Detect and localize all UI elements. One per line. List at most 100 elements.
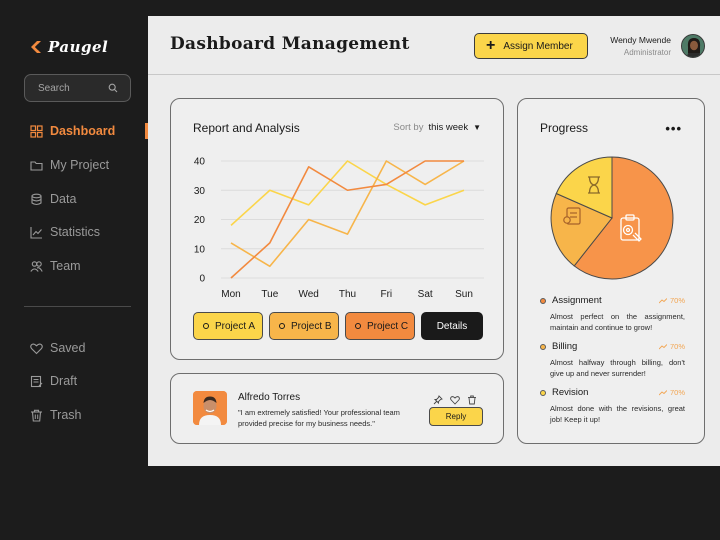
reviewer-name: Alfredo Torres <box>238 392 301 403</box>
sidebar-item-saved[interactable]: Saved <box>30 338 148 358</box>
sidebar-item-draft[interactable]: Draft <box>30 371 148 391</box>
progress-item-assignment: Assignment 70% Almost perfect on the ass… <box>540 295 685 333</box>
search-input[interactable] <box>38 82 98 94</box>
y-tick-label: 10 <box>194 244 206 255</box>
details-button[interactable]: Details <box>421 312 483 340</box>
x-tick-label: Wed <box>298 289 318 300</box>
database-icon <box>31 193 42 205</box>
top-header: Dashboard Management + Assign Member Wen… <box>148 16 720 75</box>
sidebar-item-label: Statistics <box>50 225 101 239</box>
sidebar-item-label: Dashboard <box>50 124 116 138</box>
project-c-dot <box>355 323 361 329</box>
reply-button[interactable]: Reply <box>429 407 483 426</box>
sidebar-item-label: Draft <box>50 374 78 388</box>
user-role: Administrator <box>623 48 671 57</box>
sidebar-item-dashboard[interactable]: Dashboard <box>30 121 148 141</box>
sidebar-item-data[interactable]: Data <box>30 189 148 209</box>
progress-title: Progress <box>540 121 589 135</box>
progress-card: Progress ••• Assignment 70% Almost perfe… <box>517 98 705 444</box>
sidebar-item-label: Team <box>50 259 81 273</box>
line-chart: 0 10 20 30 40 Mon Tue Wed Thu Fri Sat Sun <box>194 157 484 300</box>
billing-label: Billing <box>552 341 578 352</box>
sidebar: Paugel Dashboard My Project Data <box>16 16 148 466</box>
project-a-button[interactable]: Project A <box>193 312 263 340</box>
project-c-button[interactable]: Project C <box>345 312 415 340</box>
project-c-label: Project C <box>367 320 409 332</box>
billing-description: Almost halfway through billing, don't gi… <box>550 358 685 378</box>
assignment-percent-text: 70% <box>669 296 685 305</box>
brand-name: Paugel <box>48 38 109 56</box>
page-title: Dashboard Management <box>170 34 410 54</box>
review-actions <box>433 392 477 405</box>
sidebar-item-my-project[interactable]: My Project <box>30 155 148 175</box>
assignment-bullet <box>540 297 546 304</box>
plus-icon: + <box>486 37 496 54</box>
revision-description: Almost done with the revisions, great jo… <box>550 404 685 424</box>
y-tick-label: 30 <box>194 186 206 197</box>
report-card: Report and Analysis Sort by this week ▼ … <box>170 98 504 360</box>
trend-up-icon <box>658 389 667 395</box>
search-icon[interactable] <box>108 83 118 93</box>
user-name: Wendy Mwende <box>610 35 671 45</box>
project-b-label: Project B <box>291 320 332 332</box>
sidebar-divider <box>24 306 131 307</box>
review-text: "I am extremely satisfied! Your professi… <box>238 408 400 428</box>
more-options-icon[interactable]: ••• <box>665 121 682 136</box>
reviewer-avatar <box>193 391 227 425</box>
revision-bullet <box>540 389 546 396</box>
x-tick-label: Sat <box>418 289 433 300</box>
chart-line-icon <box>30 226 42 239</box>
y-tick-label: 0 <box>199 274 205 285</box>
x-tick-label: Mon <box>221 289 240 300</box>
progress-pie-chart <box>550 156 674 280</box>
sidebar-item-trash[interactable]: Trash <box>30 405 148 425</box>
revision-percent: 70% <box>658 388 685 397</box>
assignment-description: Almost perfect on the assignment, mainta… <box>550 312 685 332</box>
sidebar-item-team[interactable]: Team <box>30 256 148 276</box>
trash-icon[interactable] <box>467 392 477 405</box>
sidebar-item-label: Saved <box>50 341 86 355</box>
main-content: Dashboard Management + Assign Member Wen… <box>148 16 720 466</box>
user-avatar[interactable] <box>681 34 705 58</box>
grid-icon <box>30 124 43 138</box>
heart-icon[interactable] <box>450 392 460 405</box>
pin-icon[interactable] <box>433 392 443 405</box>
series-line <box>230 160 465 226</box>
y-tick-label: 40 <box>194 157 206 168</box>
sidebar-item-label: My Project <box>50 158 110 172</box>
search-box[interactable] <box>24 74 131 102</box>
review-card: Alfredo Torres "I am extremely satisfied… <box>170 373 504 444</box>
revision-label: Revision <box>552 387 589 398</box>
sidebar-item-statistics[interactable]: Statistics <box>30 222 148 242</box>
series-line <box>230 160 465 268</box>
progress-item-billing: Billing 70% Almost halfway through billi… <box>540 341 685 379</box>
folder-icon <box>30 160 43 171</box>
project-a-label: Project A <box>215 320 256 332</box>
billing-percent-text: 70% <box>669 342 685 351</box>
billing-percent: 70% <box>658 342 685 351</box>
draft-icon <box>30 375 43 387</box>
assign-member-label: Assign Member <box>503 40 573 52</box>
user-avatar-image <box>682 35 704 57</box>
project-b-button[interactable]: Project B <box>269 312 339 340</box>
x-tick-label: Tue <box>261 289 278 300</box>
progress-item-revision: Revision 70% Almost done with the revisi… <box>540 387 685 425</box>
sidebar-item-label: Data <box>50 192 77 206</box>
revision-percent-text: 70% <box>669 388 685 397</box>
heart-icon <box>30 343 43 354</box>
reviewer-avatar-image <box>193 391 227 425</box>
x-tick-label: Fri <box>380 289 392 300</box>
trend-up-icon <box>658 297 667 303</box>
brand-mark-icon <box>31 41 41 53</box>
project-b-dot <box>279 323 285 329</box>
assign-member-button[interactable]: + Assign Member <box>474 33 588 59</box>
brand-logo[interactable]: Paugel <box>30 38 108 56</box>
assignment-label: Assignment <box>552 295 602 306</box>
trash-icon <box>31 409 42 422</box>
project-a-dot <box>203 323 209 329</box>
y-tick-label: 20 <box>194 215 206 226</box>
assignment-percent: 70% <box>658 296 685 305</box>
x-tick-label: Thu <box>339 289 356 300</box>
users-icon <box>30 260 43 272</box>
billing-bullet <box>540 343 546 350</box>
